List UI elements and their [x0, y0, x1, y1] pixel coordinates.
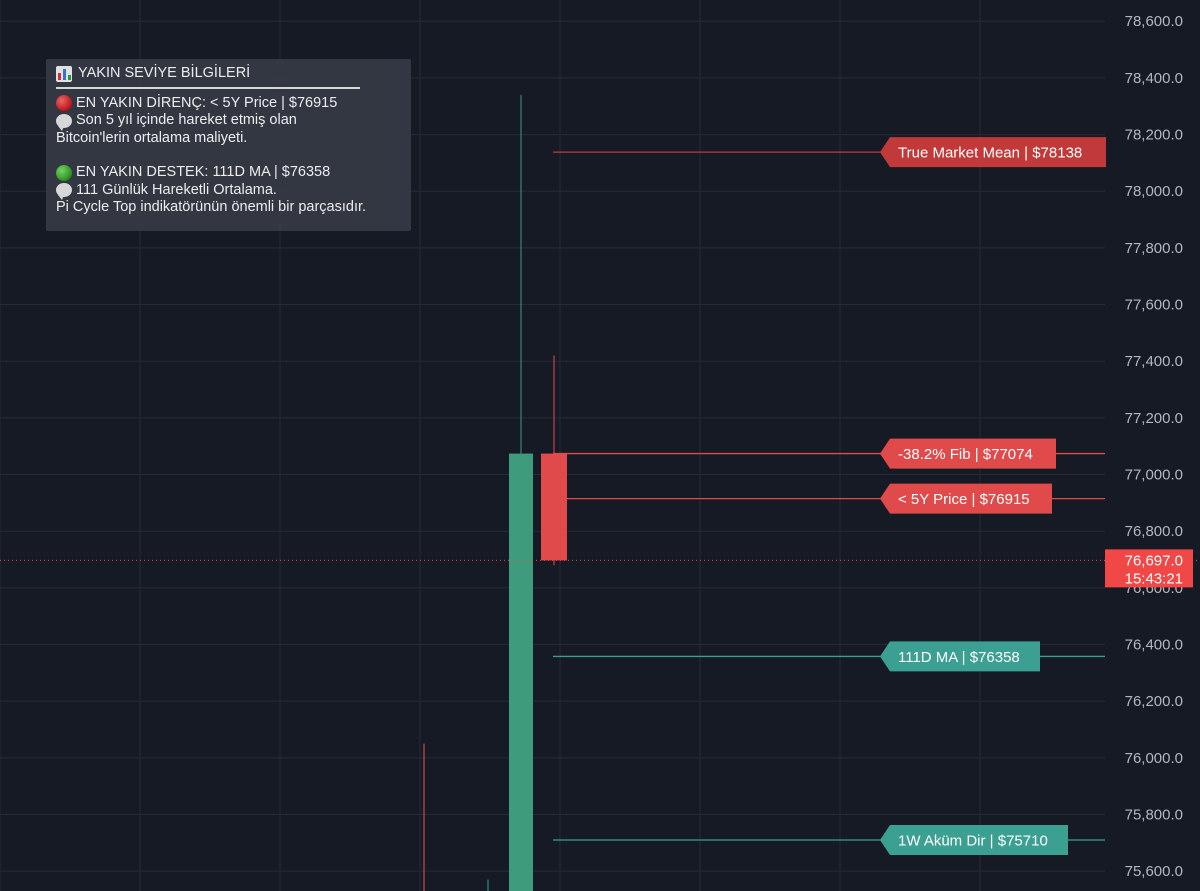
level-tag-label: True Market Mean | $78138	[898, 145, 1082, 162]
current-price-layer: 76,697.015:43:21	[0, 549, 1200, 588]
resistance-note-1: Son 5 yıl içinde hareket etmiş olan	[76, 112, 297, 128]
level-tag-label: < 5Y Price | $76915	[898, 491, 1030, 508]
support-note-1: 111 Günlük Hareketli Ortalama.	[76, 181, 277, 198]
y-tick-label: 77,000.0	[1125, 467, 1183, 484]
countdown-label: 15:43:21	[1125, 570, 1183, 587]
y-tick-label: 77,400.0	[1125, 353, 1183, 370]
y-tick-label: 77,800.0	[1125, 240, 1183, 257]
candles-layer	[423, 94, 567, 891]
speech-bubble-icon	[56, 113, 72, 131]
bar-chart-icon	[56, 65, 72, 82]
speech-bubble-icon	[56, 183, 72, 201]
y-tick-label: 76,200.0	[1125, 693, 1183, 710]
y-tick-label: 75,800.0	[1125, 807, 1183, 824]
current-price-label: 76,697.0	[1125, 552, 1183, 569]
divider	[56, 86, 360, 89]
candle-body	[541, 453, 567, 561]
y-tick-label: 75,600.0	[1125, 863, 1183, 880]
y-tick-label: 76,000.0	[1125, 750, 1183, 767]
y-tick-label: 77,200.0	[1125, 410, 1183, 427]
y-tick-label: 76,800.0	[1125, 523, 1183, 540]
red-circle-icon	[56, 95, 72, 112]
y-tick-label: 78,000.0	[1125, 183, 1183, 200]
y-tick-label: 77,600.0	[1125, 297, 1183, 314]
support-line: EN YAKIN DESTEK: 111D MA | $76358	[76, 164, 331, 180]
level-info-panel: YAKIN SEVİYE BİLGİLERİ EN YAKIN DİRENÇ: …	[46, 59, 411, 231]
candle-body	[509, 453, 533, 891]
green-circle-icon	[56, 164, 72, 181]
level-tag-label: 111D MA | $76358	[898, 649, 1020, 666]
y-tick-label: 76,400.0	[1125, 637, 1183, 654]
resistance-note-2: Bitcoin'lerin ortalama maliyeti.	[56, 129, 248, 146]
y-tick-label: 78,600.0	[1125, 13, 1183, 30]
y-tick-label: 78,200.0	[1125, 127, 1183, 144]
resistance-line: EN YAKIN DİRENÇ: < 5Y Price | $76915	[76, 94, 338, 111]
level-tag-label: 1W Aküm Dir | $75710	[898, 833, 1048, 850]
level-tag-label: -38.2% Fib | $77074	[898, 446, 1033, 463]
y-tick-label: 78,400.0	[1125, 70, 1183, 87]
support-note-2: Pi Cycle Top indikatörünün önemli bir pa…	[56, 199, 367, 215]
info-panel-title: YAKIN SEVİYE BİLGİLERİ	[78, 65, 251, 81]
level-lines-layer: True Market Mean | $78138 -38.2% Fib | $7…	[553, 137, 1106, 856]
price-axis: 78,600.0 78,400.0 78,200.0 78,000.0 77,800.0…	[1125, 13, 1183, 880]
